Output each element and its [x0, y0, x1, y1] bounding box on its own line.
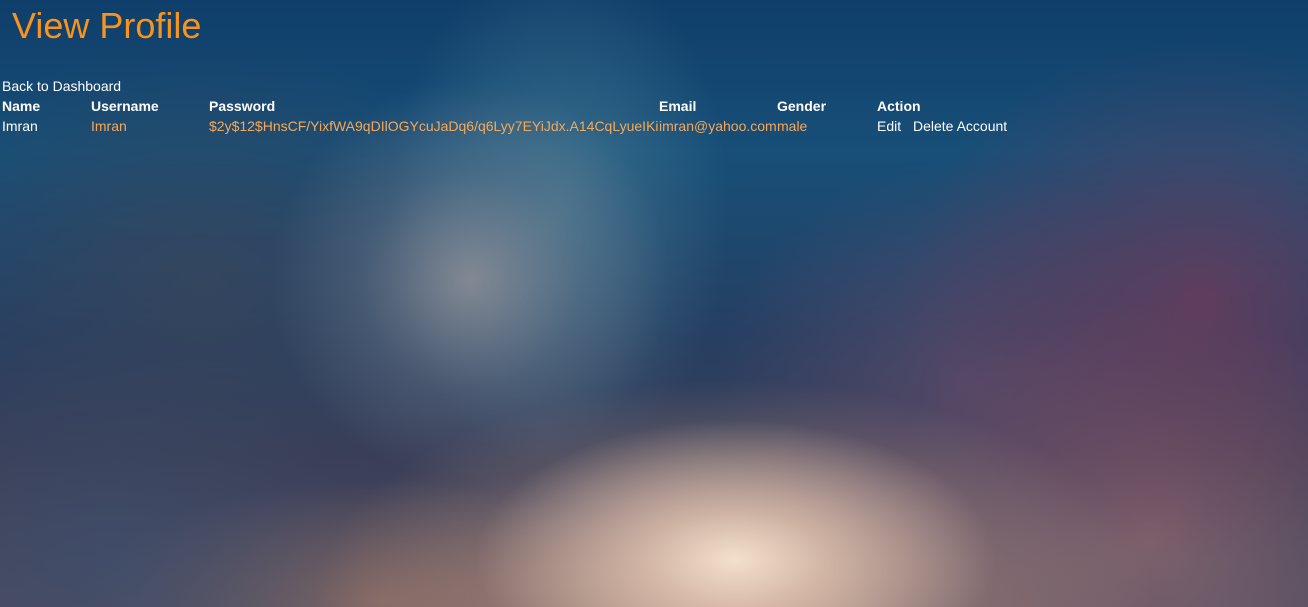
back-to-dashboard-link[interactable]: Back to Dashboard: [2, 78, 121, 94]
cell-username: Imran: [91, 118, 127, 134]
cell-password: $2y$12$HnsCF/YixfWA9qDIlOGYcuJaDq6/q6Lyy…: [209, 118, 659, 134]
header-gender: Gender: [777, 98, 827, 114]
cell-gender: male: [777, 118, 808, 134]
header-action: Action: [877, 98, 921, 114]
header-name: Name: [2, 98, 41, 114]
cell-name: Imran: [2, 118, 38, 134]
table-row: Imran Imran $2y$12$HnsCF/YixfWA9qDIlOGYc…: [0, 118, 1100, 136]
page-title: View Profile: [12, 5, 202, 46]
delete-account-link[interactable]: Delete Account: [913, 118, 1007, 134]
table-header-row: Name Username Password Email Gender Acti…: [0, 98, 1100, 116]
cell-email: imran@yahoo.com: [659, 118, 777, 134]
header-username: Username: [91, 98, 159, 114]
edit-link[interactable]: Edit: [877, 118, 901, 134]
header-password: Password: [209, 98, 276, 114]
header-email: Email: [659, 98, 697, 114]
